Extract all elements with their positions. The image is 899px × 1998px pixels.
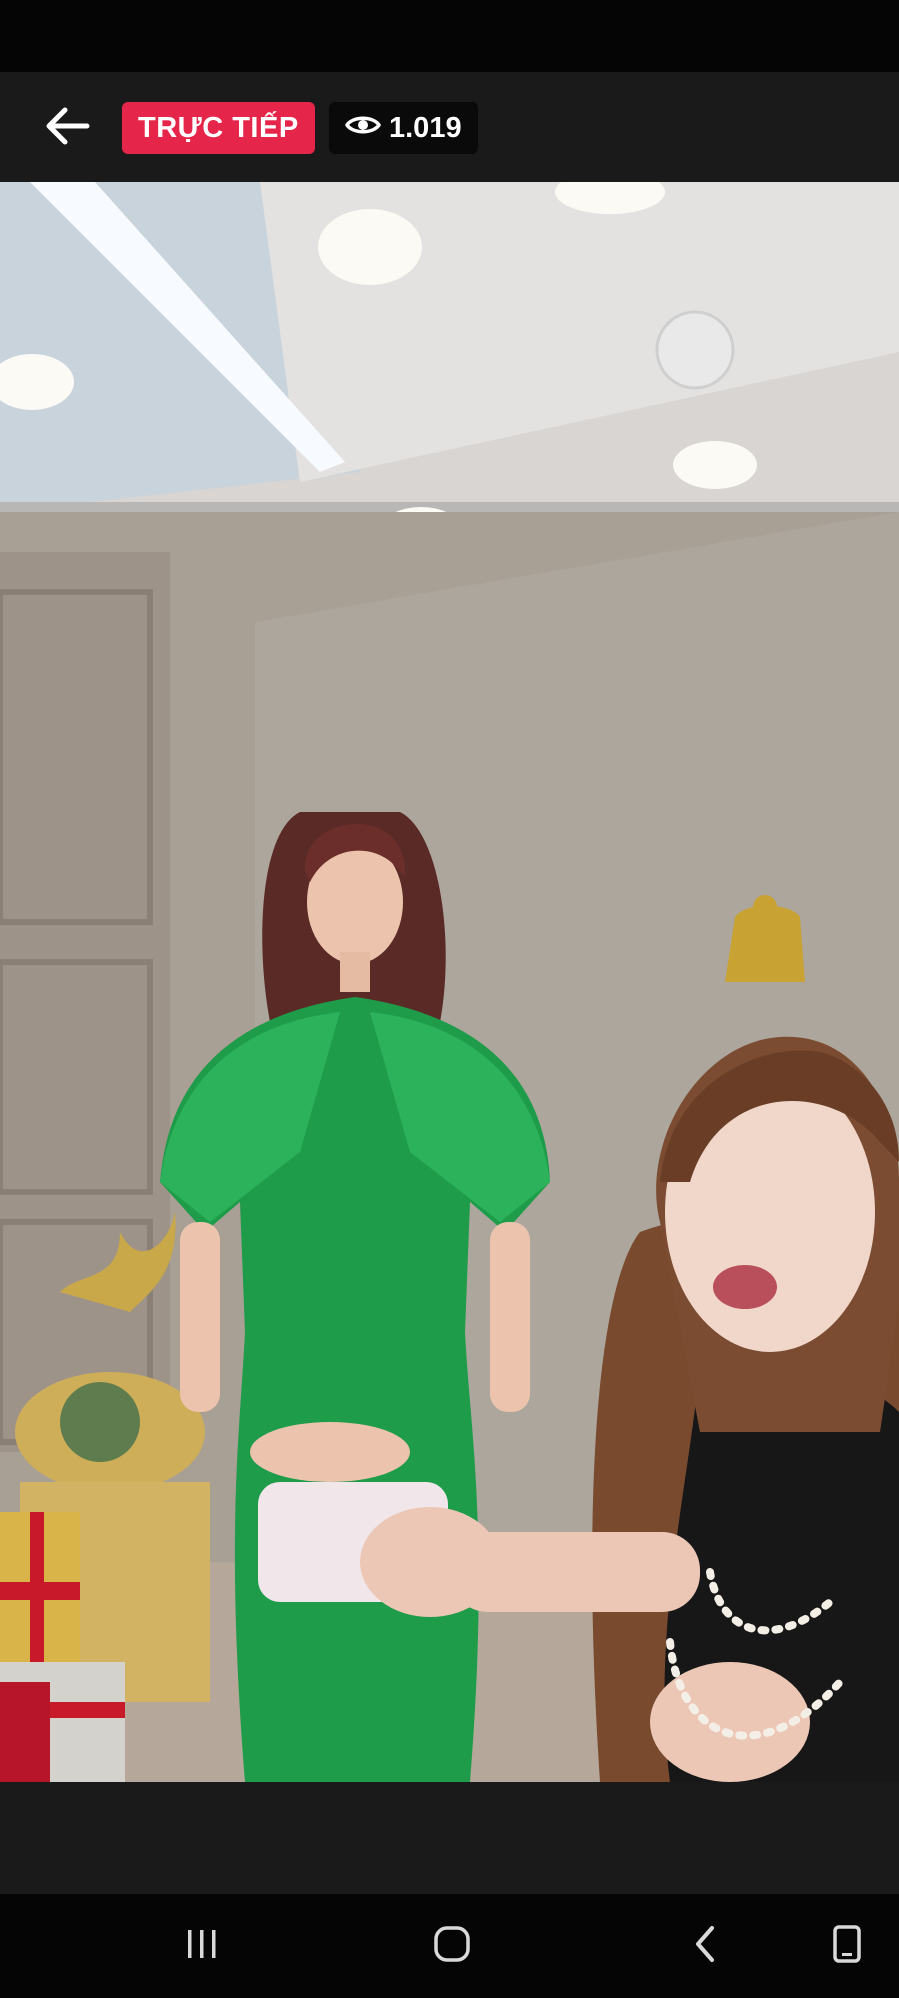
live-label: TRỰC TIẾP xyxy=(138,112,299,144)
viewer-count: 1.019 xyxy=(389,112,462,144)
arrow-left-icon xyxy=(43,106,91,151)
live-header: TRỰC TIẾP 1.019 xyxy=(0,72,899,182)
bottom-panel xyxy=(0,1782,899,1894)
live-video[interactable] xyxy=(0,182,899,1782)
system-nav-bar xyxy=(0,1894,899,1998)
live-stream-screen: TRỰC TIẾP 1.019 xyxy=(0,0,899,1998)
live-badge: TRỰC TIẾP xyxy=(122,102,315,154)
chevron-left-icon xyxy=(690,1924,720,1969)
nav-home-button[interactable] xyxy=(417,1916,487,1976)
recents-icon xyxy=(182,1926,222,1967)
back-button[interactable] xyxy=(36,102,98,154)
viewer-count-pill: 1.019 xyxy=(329,102,478,154)
phone-icon xyxy=(831,1924,863,1969)
eye-icon xyxy=(345,102,381,154)
nav-recents-button[interactable] xyxy=(167,1916,237,1976)
nav-back-button[interactable] xyxy=(670,1916,740,1976)
nav-extra-button[interactable] xyxy=(812,1916,882,1976)
home-icon xyxy=(432,1924,472,1969)
status-bar xyxy=(0,0,899,72)
